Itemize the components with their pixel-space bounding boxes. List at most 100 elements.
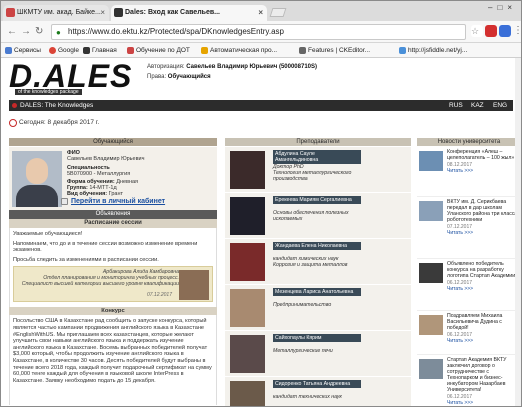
student-header: Обучающийся [9,138,217,147]
schedule-text-1: Напоминаем, что до и в течение сессии во… [13,240,198,254]
teacher-desc: Предпринимательство [273,302,332,308]
extension-icon[interactable] [499,25,511,37]
teacher-desc: кандидат химических наук Коррозия и защит… [273,256,348,268]
back-icon[interactable]: ← [7,25,17,38]
logo-subtitle: of the knowledges package [15,89,82,95]
teacher-card[interactable]: Абдулина Сауле Амангельдиновна Доктор Ph… [225,147,411,193]
reload-icon[interactable]: ↻ [35,25,43,38]
teacher-name: Абдулина Сауле Амангельдиновна [273,150,361,164]
star-icon[interactable]: ☆ [471,25,483,37]
browser-window: ШКМТУ им. акад. Байке... × Dales: Вход к… [0,0,522,407]
news-image [419,151,443,171]
teacher-card[interactable]: Сидоренко Татьяна Андреевна кандидат тех… [225,377,411,406]
news-header: Новости университета [417,138,521,147]
bookmark-dot[interactable]: Обучение по ДОТ [127,43,190,57]
read-more-link[interactable]: Читать >>> [447,400,519,406]
tab-label: ШКМТУ им. акад. Байке... [17,9,101,16]
teacher-name: Сидоренко Татьяна Андреевна [273,380,361,388]
bookmarks-bar: Сервисы Google Главная Обучение по ДОТ А… [1,43,521,58]
news-title: Объявлено победитель конкурса на разрабо… [447,261,517,279]
window-controls[interactable]: –□× [488,3,517,12]
news-title: Конференция «Алеш – целеполагатель – 100… [447,149,515,161]
announcements-header: Объявления [9,210,217,219]
teachers-column: Преподаватели Абдулина Сауле Амангельдин… [225,138,411,406]
teacher-name: Жандаева Елена Николаевна [273,242,361,250]
bookmark-ckeditor[interactable]: Features | CKEditor... [299,43,370,57]
teacher-card[interactable]: Сайхопаулы Кярим Металлургические печи [225,331,411,377]
forward-icon[interactable]: → [21,25,31,38]
news-item[interactable]: Поздравляем Михаила Васильевича Дудина с… [417,311,521,355]
student-profile: ФИО Савельев Владимир Юрьевич Специально… [9,147,217,210]
opera-extension-icon[interactable] [485,25,497,37]
dales-logo: D.ALES of the knowledges package [9,60,137,95]
teacher-card[interactable]: Жандаева Елена Николаевна кандидат химич… [225,239,411,285]
news-image [419,359,443,379]
bookmark-auto[interactable]: Автоматическая про... [201,43,277,57]
contest-text: Посольство США в Казахстане рад сообщить… [13,318,212,384]
message-date: 07.12.2017 [146,291,172,298]
dales-bullet-icon [12,103,17,108]
schedule-header: Расписание сессии [9,219,217,228]
read-more-link[interactable]: Читать >>> [447,338,519,344]
schedule-greeting: Уважаемые обучающиеся! [13,231,83,237]
page-scrollbar[interactable] [515,58,521,406]
teacher-photo [230,335,265,373]
tab-dales[interactable]: Dales: Вход как Савельев... × [111,5,267,21]
fio-value: Савельев Владимир Юрьевич [67,156,145,162]
teacher-card[interactable]: Мезенцева Лариса Анатольевна Предпринима… [225,285,411,331]
teacher-photo [230,197,265,235]
student-photo [12,151,62,207]
tab-close-icon[interactable]: × [258,5,263,20]
contest-body: Посольство США в Казахстане рад сообщить… [9,315,217,406]
teacher-desc: кандидат технических наук [273,394,342,400]
news-title: Стартап Академия ВКТУ заключил договор о… [447,357,507,393]
user-info: Авторизация: Савельев Владимир Юрьевич (… [147,64,317,80]
lock-icon: ● [56,28,61,37]
cabinet-link[interactable]: Перейти в личный кабинет [71,198,165,205]
site-title-bar: DALES: The Knowledges RUS KAZ ENG [9,100,513,111]
new-tab-button[interactable] [269,8,287,17]
user-rights: Обучающийся [167,74,211,80]
news-item[interactable]: Конференция «Алеш – целеполагатель – 100… [417,147,521,197]
favicon-icon [114,8,123,17]
navigation-bar: ← → ↻ ● https://www.do.ektu.kz/Protected… [1,21,521,43]
tab-ektu[interactable]: ШКМТУ им. акад. Байке... × [3,5,109,21]
teacher-card[interactable]: Ерекеева Мариям Сергалиевна Основы обесп… [225,193,411,239]
news-image [419,201,443,221]
vid-row: Вид обучения: Грант [67,191,123,197]
lang-rus[interactable]: RUS [449,100,463,111]
teacher-photo [230,243,265,281]
tab-close-icon[interactable]: × [100,5,105,20]
bookmark-jsfiddle[interactable]: http://jsfiddle.net/yj... [399,43,467,57]
read-more-link[interactable]: Читать >>> [447,230,519,236]
read-more-link[interactable]: Читать >>> [447,286,519,292]
auth-user: Савельев Владимир Юрьевич (500008710S) [186,64,317,70]
lang-kaz[interactable]: KAZ [471,100,484,111]
menu-icon[interactable]: ⋮ [513,24,521,37]
teacher-name: Ерекеева Мариям Сергалиевна [273,196,361,204]
spec-value: 5В070900 - Металлургия [67,171,131,177]
teacher-photo [230,289,265,327]
news-item[interactable]: ВКТУ им. Д. Серикбаева передал в дар шко… [417,197,521,259]
teacher-desc: Металлургические печи [273,348,333,354]
contest-header: Конкурс [9,307,217,316]
address-bar[interactable]: ● https://www.do.ektu.kz/Protected/spa/D… [51,24,466,40]
read-more-link[interactable]: Читать >>> [447,168,519,174]
news-image [419,315,443,335]
lang-eng[interactable]: ENG [493,100,507,111]
news-item[interactable]: Объявлено победитель конкурса на разрабо… [417,259,521,311]
bookmark-services[interactable]: Сервисы [5,43,41,57]
news-column: Новости университета Конференция «Алеш –… [417,138,521,406]
teacher-name: Сайхопаулы Кярим [273,334,361,342]
clock-icon [9,119,17,127]
bookmark-main[interactable]: Главная [83,43,117,57]
favicon-icon [6,8,15,17]
news-title: ВКТУ им. Д. Серикбаева передал в дар шко… [447,199,518,223]
page-content: D.ALES of the knowledges package Авториз… [1,58,521,406]
teacher-photo [230,151,265,189]
schedule-body: Уважаемые обучающиеся! Напоминаем, что д… [9,228,217,308]
today-date: Сегодня: 8 декабря 2017 г. [9,119,99,127]
bookmark-google[interactable]: Google [49,43,79,57]
news-item[interactable]: Стартап Академия ВКТУ заключил договор о… [417,355,521,406]
left-column: Обучающийся ФИО Савельев Владимир Юрьеви… [9,138,217,406]
